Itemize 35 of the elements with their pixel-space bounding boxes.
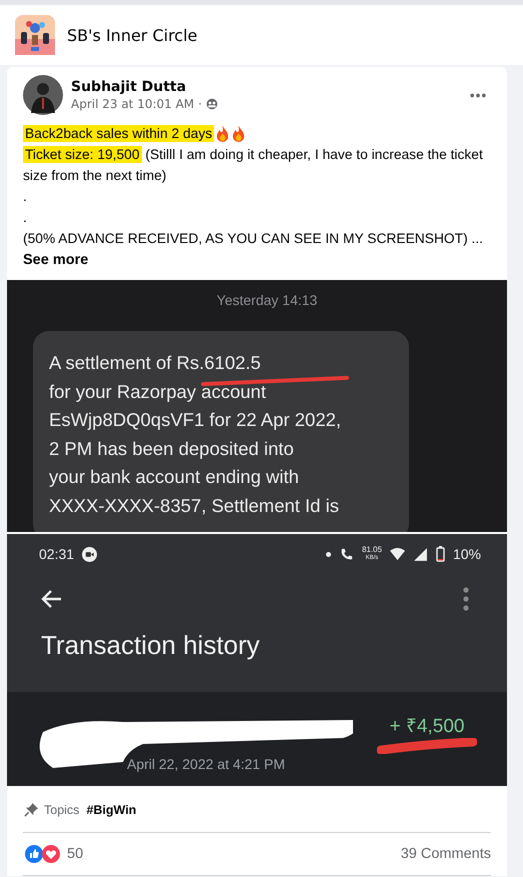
- post-text: .: [23, 209, 27, 227]
- post-time[interactable]: April 23 at 10:01 AM: [71, 97, 194, 111]
- group-members-icon: [206, 98, 218, 110]
- comments-count[interactable]: 39 Comments: [400, 846, 491, 862]
- video-call-icon: [82, 546, 98, 562]
- message-text: A settlement of Rs.6102.5 for your Razorpay account EsWjp8DQ0qsVF1 for 22 Apr 2022, 2 PM has been deposited into your bank account ending with XXXX-XXXX-8357, Settlement Id is: [49, 349, 393, 520]
- signal-icon: [412, 546, 428, 562]
- post-text: (50% ADVANCE RECEIVED, AS YOU CAN SEE IN MY SCREENSHOT) ...: [23, 230, 483, 248]
- group-name[interactable]: SB's Inner Circle: [67, 26, 198, 44]
- topics-label: Topics: [44, 802, 80, 816]
- like-icon[interactable]: [25, 845, 43, 863]
- post-text: Ticket size: 19,500 (Stilll I am doing it cheaper, I have to increase the ticket size from the next time): [23, 145, 483, 185]
- status-clock: 02:31: [39, 546, 74, 562]
- reaction-count[interactable]: 50: [67, 846, 84, 862]
- message-timestamp: Yesterday 14:13: [216, 292, 318, 308]
- separator-dot: ·: [198, 97, 202, 111]
- love-icon[interactable]: [42, 845, 60, 863]
- see-more-link[interactable]: See more: [23, 252, 88, 268]
- fire-icon: [231, 125, 246, 142]
- notification-dot-icon: [326, 552, 331, 556]
- transaction-amount: + ₹4,500: [390, 715, 464, 738]
- fire-icon: [215, 125, 230, 142]
- phone-call-icon: [338, 546, 354, 562]
- post-text: .: [23, 188, 27, 206]
- menu-icon[interactable]: [463, 587, 469, 611]
- author-name[interactable]: Subhajit Dutta: [71, 79, 457, 95]
- pin-icon: [24, 802, 39, 817]
- battery-icon: [436, 546, 445, 562]
- avatar-icon[interactable]: [23, 75, 63, 115]
- post-text: Back2back sales within 2 days: [23, 124, 214, 144]
- wifi-icon: [390, 546, 405, 562]
- battery-percentage: 10%: [452, 546, 481, 562]
- transaction-date: April 22, 2022 at 4:21 PM: [127, 756, 285, 772]
- screen-title: Transaction history: [41, 630, 260, 661]
- topic-tag[interactable]: #BigWin: [86, 802, 136, 816]
